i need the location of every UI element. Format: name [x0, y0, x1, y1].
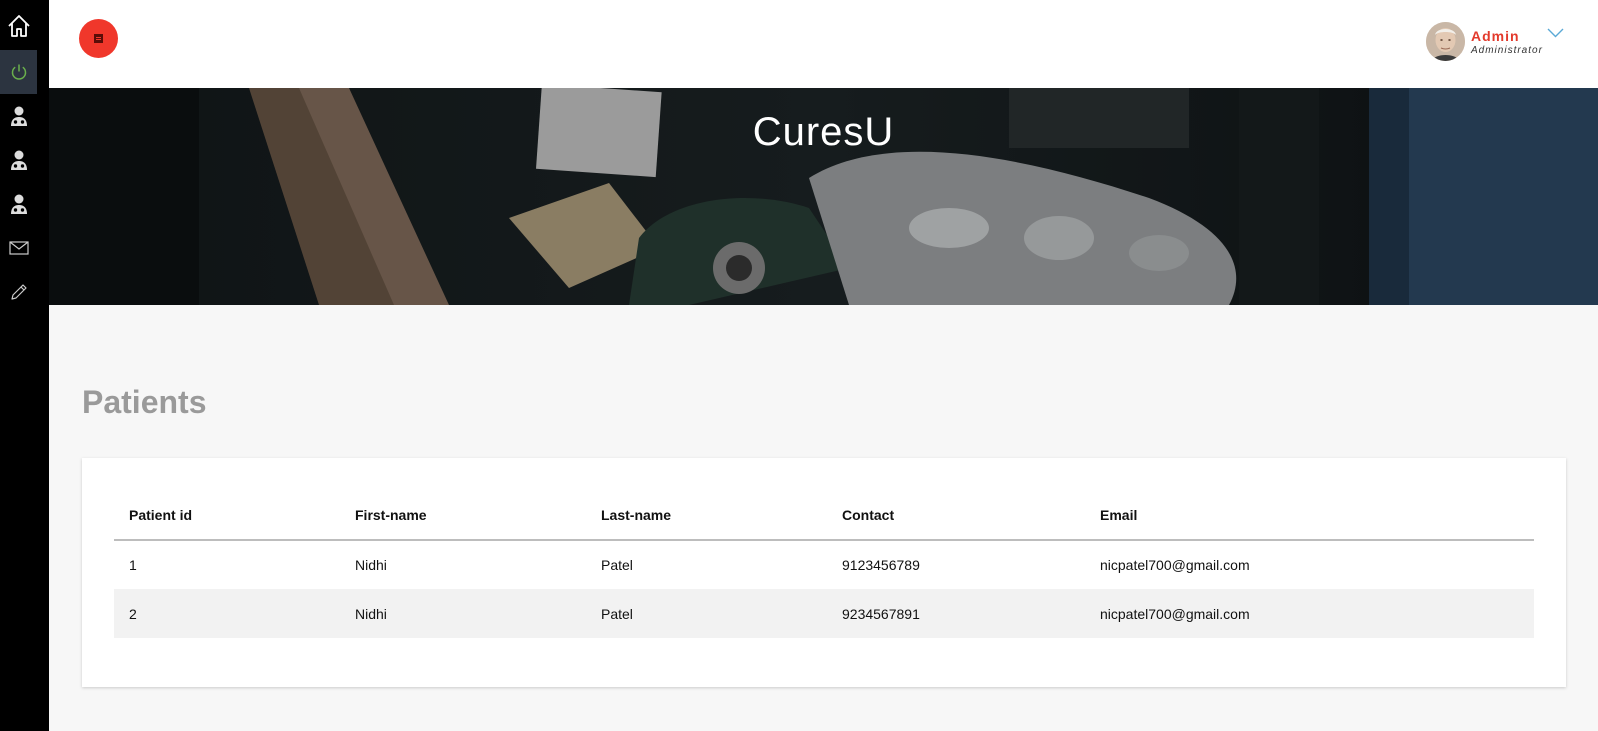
hero-banner: CuresU — [49, 88, 1598, 305]
cell-patient-id: 1 — [129, 557, 137, 573]
column-header-email: Email — [1085, 490, 1534, 541]
banner-title: CuresU — [752, 110, 895, 154]
cell-first-name: Nidhi — [355, 557, 387, 573]
table-row: 2 Nidhi Patel 9234567891 nicpatel700@gma… — [114, 589, 1534, 638]
sidebar-item-patients[interactable] — [0, 138, 37, 182]
column-header-first-name: First-name — [340, 490, 586, 541]
doctor-icon — [10, 106, 27, 126]
menu-icon — [94, 34, 103, 43]
mail-icon — [8, 241, 29, 255]
sidebar — [0, 0, 49, 731]
table-header-row: Patient id First-name Last-name Contact … — [114, 490, 1534, 541]
chevron-down-icon[interactable] — [1547, 28, 1564, 38]
user-role: Administrator — [1471, 45, 1543, 56]
user-name: Admin — [1471, 28, 1520, 44]
sidebar-item-power[interactable] — [0, 50, 37, 94]
sidebar-item-doctors[interactable] — [0, 94, 37, 138]
cell-email: nicpatel700@gmail.com — [1100, 557, 1250, 573]
cell-email: nicpatel700@gmail.com — [1085, 589, 1534, 638]
sidebar-item-staff[interactable] — [0, 182, 37, 226]
cell-contact: 9234567891 — [827, 589, 1085, 638]
top-header: Admin Administrator — [49, 0, 1598, 88]
sidebar-item-home[interactable] — [0, 4, 37, 48]
patients-card: Patient id First-name Last-name Contact … — [82, 458, 1566, 687]
avatar — [1426, 22, 1465, 61]
pencil-icon — [10, 284, 27, 300]
patients-table: Patient id First-name Last-name Contact … — [114, 490, 1534, 638]
patient-icon — [10, 150, 27, 170]
sidebar-item-edit[interactable] — [0, 270, 37, 314]
table-row: 1 Nidhi Patel 9123456789 nicpatel700@gma… — [114, 540, 1534, 589]
page-title: Patients — [82, 384, 207, 420]
cell-first-name: Nidhi — [340, 589, 586, 638]
column-header-patient-id: Patient id — [114, 490, 340, 541]
cell-last-name: Patel — [601, 557, 633, 573]
staff-icon — [10, 194, 27, 214]
home-icon — [7, 15, 30, 37]
menu-toggle-button[interactable] — [79, 19, 118, 58]
cell-contact: 9123456789 — [842, 557, 920, 573]
cell-last-name: Patel — [586, 589, 827, 638]
column-header-last-name: Last-name — [586, 490, 827, 541]
column-header-contact: Contact — [827, 490, 1085, 541]
cell-patient-id: 2 — [114, 589, 340, 638]
sidebar-item-mail[interactable] — [0, 226, 37, 270]
power-icon — [11, 64, 26, 80]
